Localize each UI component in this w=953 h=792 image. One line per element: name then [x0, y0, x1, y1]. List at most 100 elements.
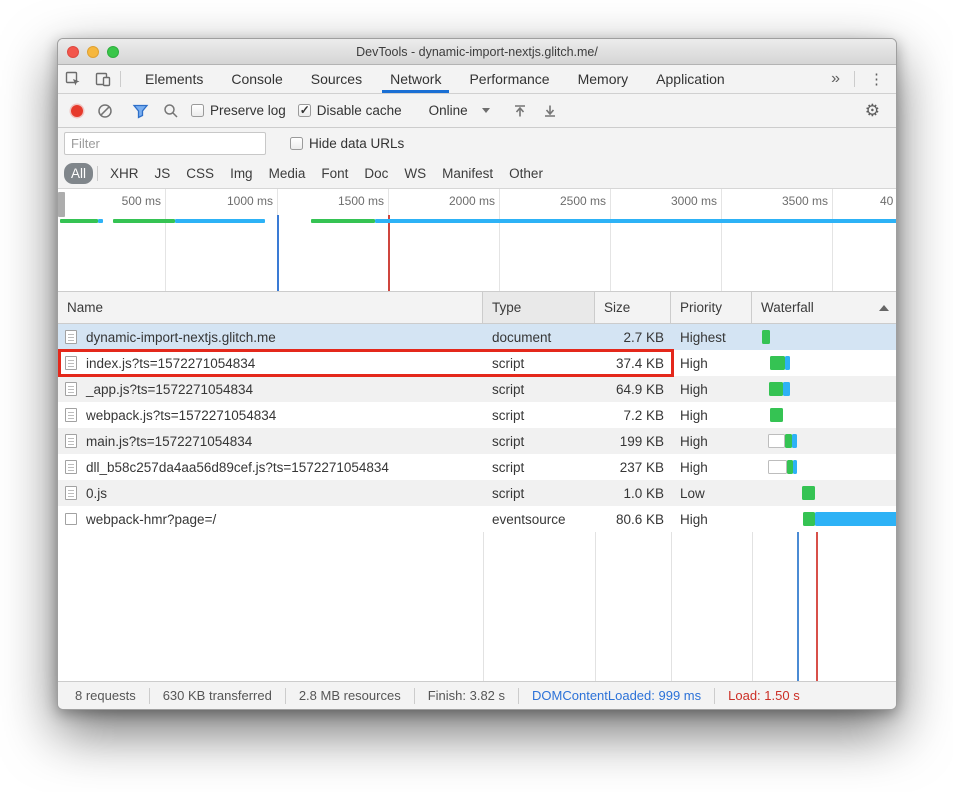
column-header-waterfall[interactable]: Waterfall [752, 292, 897, 323]
request-waterfall [752, 350, 896, 376]
request-size: 64.9 KB [595, 376, 671, 402]
type-filter-ws[interactable]: WS [396, 163, 434, 184]
throttling-dropdown[interactable]: Online [419, 103, 500, 118]
clear-network-log-button[interactable] [90, 98, 120, 124]
request-table-body: dynamic-import-nextjs.glitch.me document… [58, 324, 896, 681]
preserve-log-checkbox[interactable] [191, 104, 204, 117]
type-filter-font[interactable]: Font [313, 163, 356, 184]
type-filter-other[interactable]: Other [501, 163, 551, 184]
timeline-gridline [165, 189, 166, 291]
type-filter-img[interactable]: Img [222, 163, 261, 184]
hide-data-urls-label[interactable]: Hide data URLs [309, 136, 404, 151]
waterfall-bar [768, 460, 787, 474]
domcontentloaded-line [277, 215, 279, 291]
timeline-tick-label: 2000 ms [449, 194, 495, 208]
overview-activity-bar [113, 219, 175, 223]
type-filter-all[interactable]: All [64, 163, 93, 184]
minimize-window-button[interactable] [87, 46, 99, 58]
divider [120, 71, 121, 87]
request-priority: High [671, 376, 752, 402]
request-type: eventsource [483, 506, 595, 532]
request-priority: High [671, 506, 752, 532]
devtools-menu-button[interactable]: ⋮ [857, 65, 896, 93]
more-tabs-button[interactable]: » [819, 65, 852, 93]
filter-input[interactable] [64, 132, 266, 155]
table-row[interactable]: dll_b58c257da4aa56d89cef.js?ts=157227105… [58, 454, 896, 480]
overview-activity-bar [175, 219, 265, 223]
request-name: index.js?ts=1572271054834 [86, 356, 255, 371]
waterfall-bar [802, 486, 815, 500]
file-icon [65, 330, 77, 344]
column-header-type[interactable]: Type [483, 292, 595, 323]
request-name: dynamic-import-nextjs.glitch.me [86, 330, 276, 345]
request-size: 37.4 KB [595, 350, 671, 376]
request-waterfall [752, 402, 896, 428]
table-row[interactable]: 0.js script 1.0 KB Low [58, 480, 896, 506]
file-icon [65, 486, 77, 500]
waterfall-bar [783, 382, 790, 396]
column-header-size[interactable]: Size [595, 292, 671, 323]
waterfall-bar [762, 330, 770, 344]
disable-cache-checkbox[interactable] [298, 104, 311, 117]
type-filter-doc[interactable]: Doc [356, 163, 396, 184]
timeline-tick-label: 1500 ms [338, 194, 384, 208]
device-toolbar-icon[interactable] [88, 65, 118, 93]
waterfall-bar [785, 356, 790, 370]
request-size: 199 KB [595, 428, 671, 454]
timeline-gridline [832, 189, 833, 291]
network-toolbar: Preserve log Disable cache Online ⚙ [58, 94, 896, 128]
overview-grip [58, 192, 65, 217]
import-har-icon[interactable] [505, 98, 535, 124]
column-header-priority[interactable]: Priority [671, 292, 752, 323]
status-item: 2.8 MB resources [286, 688, 415, 704]
filter-toggle-icon[interactable] [125, 98, 156, 124]
devtools-window: DevTools - dynamic-import-nextjs.glitch.… [57, 38, 897, 710]
filter-row: Hide data URLs [58, 128, 896, 159]
status-bar: 8 requests630 KB transferred2.8 MB resou… [58, 681, 896, 709]
type-filter-media[interactable]: Media [261, 163, 314, 184]
inspect-element-icon[interactable] [58, 65, 88, 93]
disable-cache-label[interactable]: Disable cache [317, 103, 402, 118]
request-priority: Low [671, 480, 752, 506]
tab-application[interactable]: Application [642, 65, 739, 93]
hide-data-urls-checkbox[interactable] [290, 137, 303, 150]
overview-activity-bar [311, 219, 375, 223]
request-type: script [483, 376, 595, 402]
table-row[interactable]: main.js?ts=1572271054834 script 199 KB H… [58, 428, 896, 454]
request-table-header: Name Type Size Priority Waterfall [58, 292, 896, 324]
request-priority: High [671, 454, 752, 480]
table-row-selected[interactable]: dynamic-import-nextjs.glitch.me document… [58, 324, 896, 350]
request-priority: Highest [671, 324, 752, 350]
table-row[interactable]: webpack.js?ts=1572271054834 script 7.2 K… [58, 402, 896, 428]
type-filter-xhr[interactable]: XHR [102, 163, 147, 184]
overview-activity-bar [375, 219, 896, 223]
chevron-down-icon [482, 108, 490, 113]
type-filter-css[interactable]: CSS [178, 163, 222, 184]
export-har-icon[interactable] [535, 98, 565, 124]
status-item: DOMContentLoaded: 999 ms [519, 688, 715, 704]
tab-sources[interactable]: Sources [297, 65, 376, 93]
record-network-log-button[interactable] [64, 98, 90, 124]
network-overview[interactable]: 500 ms1000 ms1500 ms2000 ms2500 ms3000 m… [58, 189, 896, 292]
request-size: 237 KB [595, 454, 671, 480]
close-window-button[interactable] [67, 46, 79, 58]
tab-console[interactable]: Console [217, 65, 296, 93]
column-header-name[interactable]: Name [58, 292, 483, 323]
table-row-highlighted[interactable]: index.js?ts=1572271054834 script 37.4 KB… [58, 350, 896, 376]
zoom-window-button[interactable] [107, 46, 119, 58]
tab-elements[interactable]: Elements [131, 65, 217, 93]
type-filter-js[interactable]: JS [147, 163, 179, 184]
waterfall-bar [768, 434, 785, 448]
type-filter-manifest[interactable]: Manifest [434, 163, 501, 184]
request-waterfall [752, 428, 896, 454]
tab-performance[interactable]: Performance [455, 65, 563, 93]
tab-network[interactable]: Network [376, 65, 455, 93]
settings-gear-icon[interactable]: ⚙ [855, 101, 890, 121]
tab-memory[interactable]: Memory [564, 65, 643, 93]
table-row[interactable]: webpack-hmr?page=/ eventsource 80.6 KB H… [58, 506, 896, 532]
request-priority: High [671, 402, 752, 428]
preserve-log-label[interactable]: Preserve log [210, 103, 286, 118]
search-icon[interactable] [156, 98, 186, 124]
timeline-gridline [499, 189, 500, 291]
table-row[interactable]: _app.js?ts=1572271054834 script 64.9 KB … [58, 376, 896, 402]
